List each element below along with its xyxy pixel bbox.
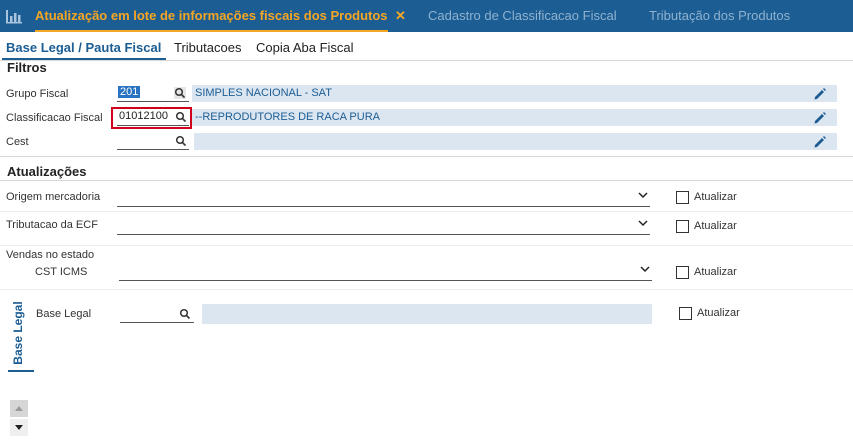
divider (0, 180, 853, 181)
chevron-down-icon (638, 192, 648, 199)
atualizar-origem-checkbox[interactable] (676, 191, 689, 204)
scroll-down-button[interactable] (10, 419, 28, 436)
tab-copia-aba-fiscal[interactable]: Copia Aba Fiscal (256, 40, 354, 55)
section-title-atualizacoes: Atualizações (7, 164, 87, 179)
pencil-icon[interactable] (813, 135, 827, 149)
vertical-tab-label: Base Legal (11, 301, 25, 365)
grupo-fiscal-description: SIMPLES NACIONAL - SAT (192, 85, 837, 102)
classificacao-fiscal-description: --REPRODUTORES DE RACA PURA (192, 109, 837, 126)
highlight-box (111, 107, 192, 129)
grupo-fiscal-label: Grupo Fiscal (6, 88, 69, 100)
classificacao-fiscal-label: Classificacao Fiscal (6, 112, 103, 124)
origem-mercadoria-label: Origem mercadoria (6, 191, 101, 203)
chevron-down-icon (638, 220, 648, 227)
search-icon[interactable] (175, 135, 187, 147)
grupo-fiscal-value: 201 (118, 86, 141, 98)
divider (0, 156, 853, 157)
atualizar-cst-icms-checkbox[interactable] (676, 266, 689, 279)
tributacao-ecf-label: Tributacao da ECF (6, 219, 98, 231)
pencil-icon[interactable] (813, 87, 827, 101)
arrow-down-icon (15, 425, 23, 430)
divider (0, 211, 853, 212)
grupo-fiscal-description-text: SIMPLES NACIONAL - SAT (195, 87, 332, 99)
bar-chart-icon (6, 10, 22, 24)
search-icon[interactable] (179, 308, 191, 320)
scroll-up-button[interactable] (10, 400, 28, 417)
tab-cadastro-classificacao[interactable]: Cadastro de Classificacao Fiscal (428, 0, 617, 32)
divider (0, 60, 853, 61)
base-legal-label: Base Legal (36, 308, 92, 320)
close-tab-icon[interactable]: ✕ (395, 0, 406, 32)
atualizar-base-legal-checkbox[interactable] (679, 307, 692, 320)
active-tab-indicator (8, 370, 34, 372)
atualizar-tributacao-label: Atualizar (694, 220, 737, 232)
divider (0, 289, 853, 290)
vendas-no-estado-label: Vendas no estado (6, 249, 95, 261)
arrow-up-icon (15, 406, 23, 411)
atualizar-cst-icms-label: Atualizar (694, 266, 737, 278)
divider (0, 245, 853, 246)
search-icon[interactable] (174, 87, 186, 99)
base-legal-description (202, 304, 652, 324)
classificacao-fiscal-description-text: --REPRODUTORES DE RACA PURA (195, 111, 380, 123)
chevron-down-icon (640, 266, 650, 273)
vertical-tab-base-legal[interactable]: Base Legal (6, 300, 34, 372)
origem-mercadoria-select[interactable] (117, 187, 650, 207)
section-title-filtros: Filtros (7, 60, 47, 75)
tab-atualizacao-lote[interactable]: Atualização em lote de informações fisca… (35, 0, 388, 32)
cst-icms-select[interactable] (119, 261, 652, 281)
cst-icms-label: CST ICMS (35, 266, 88, 278)
title-bar: Atualização em lote de informações fisca… (0, 0, 853, 32)
cest-label: Cest (6, 136, 29, 148)
tab-tributacao-produtos[interactable]: Tributação dos Produtos (649, 0, 790, 32)
pencil-icon[interactable] (813, 111, 827, 125)
atualizar-base-legal-label: Atualizar (697, 307, 740, 319)
atualizar-tributacao-checkbox[interactable] (676, 220, 689, 233)
tab-tributacoes[interactable]: Tributacoes (174, 40, 241, 55)
tributacao-ecf-select[interactable] (117, 215, 650, 235)
tab-base-legal-pauta[interactable]: Base Legal / Pauta Fiscal (6, 40, 161, 55)
atualizar-origem-label: Atualizar (694, 191, 737, 203)
cest-description (194, 133, 837, 150)
